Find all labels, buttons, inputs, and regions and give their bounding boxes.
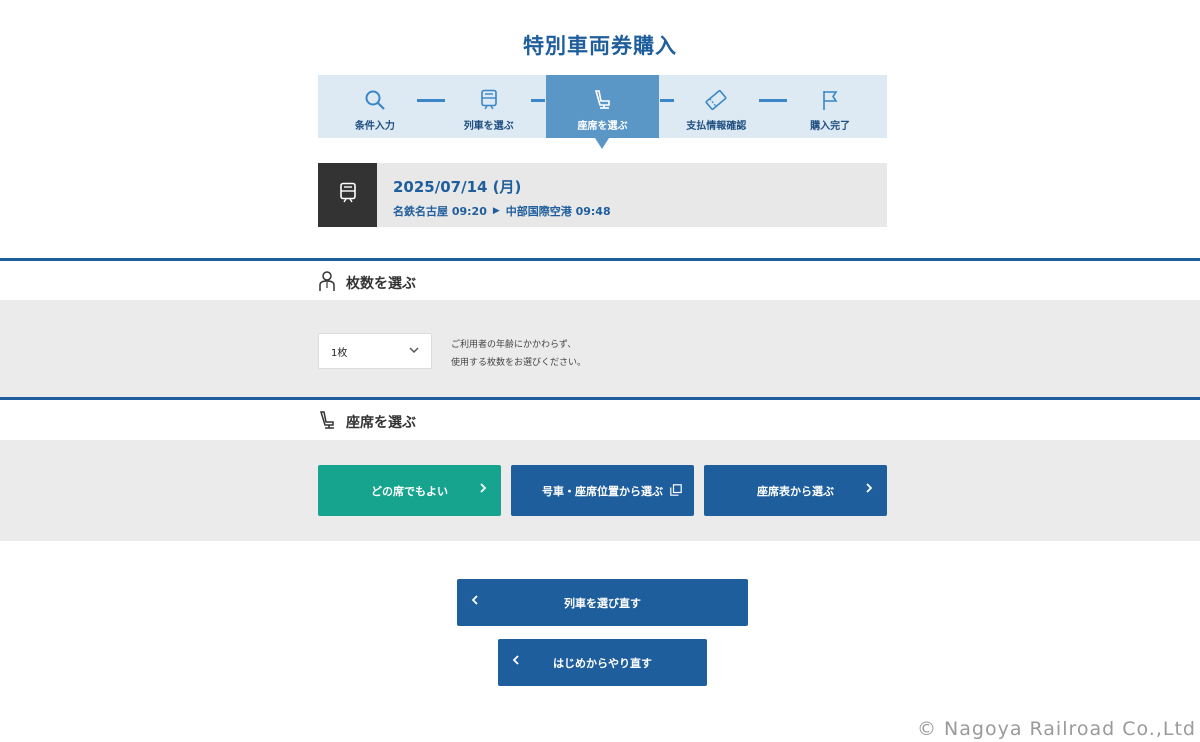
ticket-count-value: 1枚: [331, 347, 348, 359]
step-label: 条件入力: [354, 121, 395, 132]
page-title: 特別車両券購入: [523, 34, 677, 58]
section-divider: [0, 397, 1200, 400]
button-label: 号車・座席位置から選ぶ: [542, 484, 663, 498]
ticket-icon: [704, 88, 728, 112]
play-arrow-icon: ▶: [492, 206, 500, 216]
button-label: 座席表から選ぶ: [757, 484, 834, 498]
step-label: 購入完了: [810, 121, 851, 132]
step-train: 列車を選ぶ: [432, 75, 546, 138]
ticket-note: ご利用者の年齢にかかわらず、 使用する枚数をお選びください。: [451, 336, 586, 372]
select-by-position-button[interactable]: 号車・座席位置から選ぶ: [511, 465, 694, 516]
departure-info: 名鉄名古屋 09:20: [393, 205, 487, 218]
select-by-seat-map-button[interactable]: 座席表から選ぶ: [704, 465, 887, 516]
seat-icon: [590, 88, 614, 112]
section-title: 枚数を選ぶ: [346, 276, 416, 292]
step-seat: 座席を選ぶ: [545, 75, 660, 149]
ticket-count-select[interactable]: 1枚: [318, 333, 432, 369]
copyright-notice: © Nagoya Railroad Co.,Ltd: [917, 718, 1196, 740]
note-line: 使用する枚数をお選びください。: [451, 358, 587, 368]
step-payment: 支払情報確認: [659, 75, 773, 138]
train-route: 名鉄名古屋 09:20 ▶ 中部国際空港 09:48: [393, 203, 611, 219]
restart-button[interactable]: はじめからやり直す: [498, 639, 707, 686]
step-label: 列車を選ぶ: [463, 121, 514, 132]
reselect-train-button[interactable]: 列車を選び直す: [457, 579, 748, 626]
seats-section-heading: 座席を選ぶ: [318, 409, 416, 435]
chevron-right-icon: [865, 482, 873, 497]
seat-icon: [318, 409, 336, 435]
progress-stepper: 条件入力 列車を選ぶ 座席を選ぶ 支払情報確認 購入完了: [318, 75, 887, 149]
tickets-section-heading: 枚数を選ぶ: [318, 270, 416, 296]
flag-icon: [818, 88, 842, 112]
chevron-right-icon: [479, 482, 487, 497]
train-icon: [477, 88, 501, 112]
step-connector: [660, 99, 674, 102]
button-label: はじめからやり直す: [553, 656, 652, 670]
step-complete: 購入完了: [773, 75, 887, 138]
step-connector: [417, 99, 445, 102]
section-divider: [0, 258, 1200, 261]
chevron-left-icon: [512, 654, 520, 669]
any-seat-button[interactable]: どの席でもよい: [318, 465, 501, 516]
button-label: どの席でもよい: [371, 484, 448, 498]
train-summary: 2025/07/14 (月) 名鉄名古屋 09:20 ▶ 中部国際空港 09:4…: [318, 163, 887, 227]
step-label: 座席を選ぶ: [577, 121, 628, 132]
step-label: 支払情報確認: [686, 121, 747, 132]
tickets-panel: [0, 300, 1200, 397]
travel-date: 2025/07/14 (月): [393, 178, 522, 196]
search-icon: [363, 88, 387, 112]
button-label: 列車を選び直す: [564, 596, 641, 610]
chevron-down-icon: [409, 346, 419, 357]
arrival-info: 中部国際空港 09:48: [505, 205, 611, 218]
step-conditions: 条件入力: [318, 75, 432, 138]
external-window-icon: [670, 484, 682, 499]
step-connector: [759, 99, 787, 102]
person-icon: [318, 270, 336, 296]
train-icon: [339, 182, 357, 208]
chevron-left-icon: [471, 594, 479, 609]
step-connector: [531, 99, 545, 102]
train-summary-icon-box: [318, 163, 377, 227]
note-line: ご利用者の年齢にかかわらず、: [451, 340, 577, 350]
section-title: 座席を選ぶ: [346, 415, 416, 431]
